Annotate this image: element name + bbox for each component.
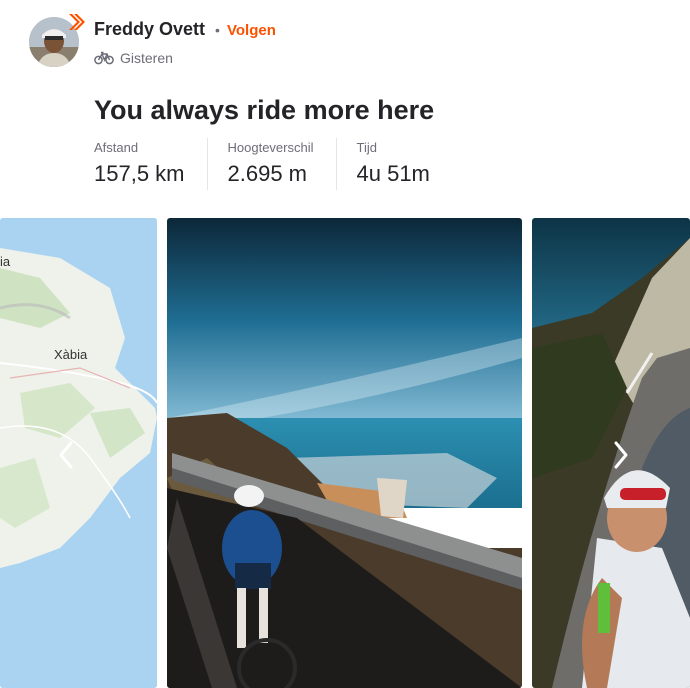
stat-distance: Afstand 157,5 km — [94, 138, 208, 190]
chevron-left-icon[interactable] — [57, 440, 75, 470]
chevron-right-icon[interactable] — [612, 440, 630, 470]
activity-title[interactable]: You always ride more here — [94, 95, 434, 126]
route-map[interactable]: ia Xàbia — [0, 218, 157, 688]
bike-icon — [94, 51, 114, 65]
stat-label: Hoogteverschil — [227, 140, 314, 155]
activity-timestamp: Gisteren — [120, 50, 173, 66]
map-canvas — [0, 218, 157, 688]
activity-stats: Afstand 157,5 km Hoogteverschil 2.695 m … — [94, 138, 472, 190]
stat-label: Afstand — [94, 140, 139, 155]
follow-button[interactable]: Volgen — [227, 22, 276, 39]
photo-coastal-road — [167, 218, 522, 688]
stat-elevation: Hoogteverschil 2.695 m — [228, 138, 337, 190]
athlete-name[interactable]: Freddy Ovett — [94, 19, 205, 40]
photo-selfie-climb — [532, 218, 690, 688]
map-label: ia — [0, 254, 11, 269]
map-label: Xàbia — [54, 347, 88, 362]
stat-value: 4u 51m — [356, 161, 430, 186]
activity-photo[interactable] — [167, 218, 522, 688]
activity-photo[interactable] — [532, 218, 690, 688]
stat-time: Tijd 4u 51m — [357, 138, 452, 190]
stat-label: Tijd — [356, 140, 377, 155]
stat-value: 2.695 m — [227, 161, 308, 186]
stat-value: 157,5 km — [94, 161, 185, 186]
subscriber-badge-icon — [69, 14, 85, 30]
separator-dot: • — [215, 22, 220, 38]
activity-meta: Gisteren — [94, 49, 173, 67]
